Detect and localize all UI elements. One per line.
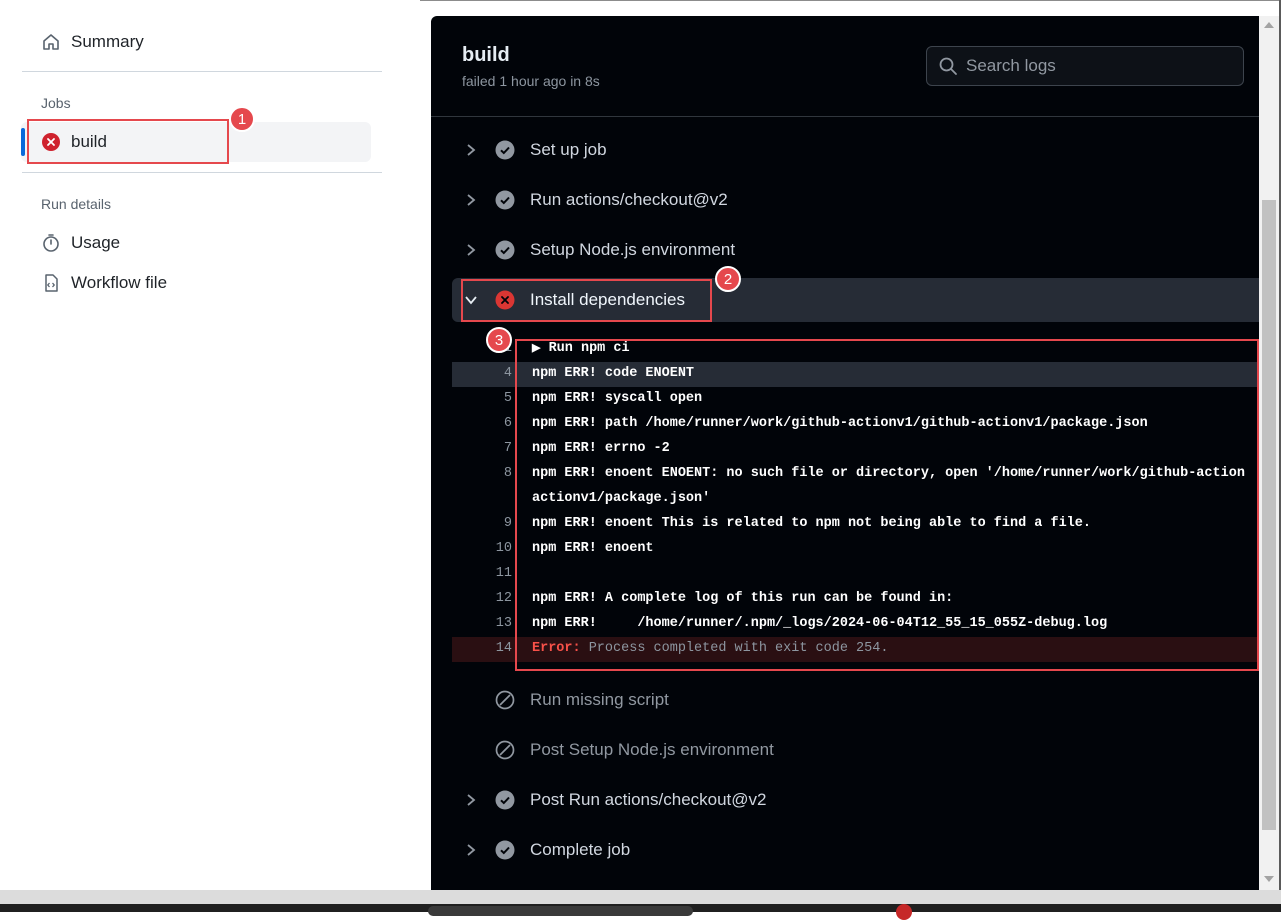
line-number: 7	[503, 441, 512, 456]
home-icon	[40, 31, 62, 53]
search-icon	[938, 56, 958, 76]
step-post-run-checkout[interactable]: Post Run actions/checkout@v2	[452, 778, 1259, 822]
workflow-file-label: Workflow file	[71, 273, 168, 292]
line-number: 6	[503, 416, 512, 431]
search-logs-input[interactable]	[966, 56, 1226, 76]
step-complete-job[interactable]: Complete job	[452, 828, 1259, 872]
run-details-heading: Run details	[41, 196, 112, 212]
skipped-icon	[494, 740, 516, 760]
chevron-right-icon	[460, 793, 482, 807]
line-number: 12	[495, 591, 512, 606]
step-label: Complete job	[530, 840, 631, 859]
callout-badge-3: 3	[486, 327, 512, 353]
step-run-checkout[interactable]: Run actions/checkout@v2	[452, 178, 1259, 222]
sidebar: Summary Jobs build 1 Run details Usage W…	[0, 0, 420, 890]
step-label: Run missing script	[530, 690, 669, 709]
step-post-setup-node[interactable]: Post Setup Node.js environment	[452, 728, 1259, 772]
job-subtitle: failed 1 hour ago in 8s	[462, 73, 600, 89]
success-check-icon	[494, 190, 516, 210]
callout-badge-1: 1	[229, 106, 255, 132]
step-label: Run actions/checkout@v2	[530, 190, 728, 209]
line-number: 8	[503, 466, 512, 481]
step-run-missing-script[interactable]: Run missing script	[452, 678, 1259, 722]
callout-box-3	[515, 339, 1259, 671]
sidebar-divider	[22, 71, 382, 72]
summary-label: Summary	[71, 32, 144, 51]
chevron-right-icon	[460, 843, 482, 857]
chevron-right-icon	[460, 193, 482, 207]
step-label: Set up job	[530, 140, 607, 159]
job-active-indicator	[21, 128, 25, 156]
success-check-icon	[494, 840, 516, 860]
line-number: 4	[503, 366, 512, 381]
job-header: build failed 1 hour ago in 8s	[431, 16, 1259, 117]
taskbar-search[interactable]	[428, 906, 693, 916]
job-title: build	[462, 44, 510, 66]
step-label: Post Setup Node.js environment	[530, 740, 774, 759]
taskbar-notification-dot	[896, 904, 912, 920]
success-check-icon	[494, 790, 516, 810]
scroll-up-arrow-icon[interactable]	[1264, 22, 1274, 28]
sidebar-item-workflow-file[interactable]: Workflow file	[40, 272, 167, 294]
callout-badge-2: 2	[715, 266, 741, 292]
line-number: 10	[495, 541, 512, 556]
chevron-right-icon	[460, 243, 482, 257]
line-number: 13	[495, 616, 512, 631]
callout-box-2	[461, 279, 712, 322]
line-number: 9	[503, 516, 512, 531]
scrollbar-thumb[interactable]	[1262, 200, 1276, 830]
stopwatch-icon	[40, 232, 62, 254]
line-number: 11	[495, 566, 512, 581]
line-number: 5	[503, 391, 512, 406]
success-check-icon	[494, 240, 516, 260]
sidebar-divider	[22, 172, 382, 173]
step-label: Setup Node.js environment	[530, 240, 736, 259]
sidebar-item-usage[interactable]: Usage	[40, 232, 120, 254]
jobs-heading: Jobs	[41, 95, 71, 111]
file-code-icon	[40, 272, 62, 294]
step-label: Post Run actions/checkout@v2	[530, 790, 767, 809]
skipped-icon	[494, 690, 516, 710]
usage-label: Usage	[71, 233, 121, 252]
search-logs-field[interactable]	[926, 46, 1244, 86]
scroll-down-arrow-icon[interactable]	[1264, 876, 1274, 882]
step-setup-node[interactable]: Setup Node.js environment	[452, 228, 1259, 272]
chevron-right-icon	[460, 143, 482, 157]
line-number: 14	[495, 641, 512, 656]
step-set-up-job[interactable]: Set up job	[452, 128, 1259, 172]
success-check-icon	[494, 140, 516, 160]
sidebar-item-summary[interactable]: Summary	[40, 31, 144, 53]
callout-box-1	[27, 119, 229, 164]
